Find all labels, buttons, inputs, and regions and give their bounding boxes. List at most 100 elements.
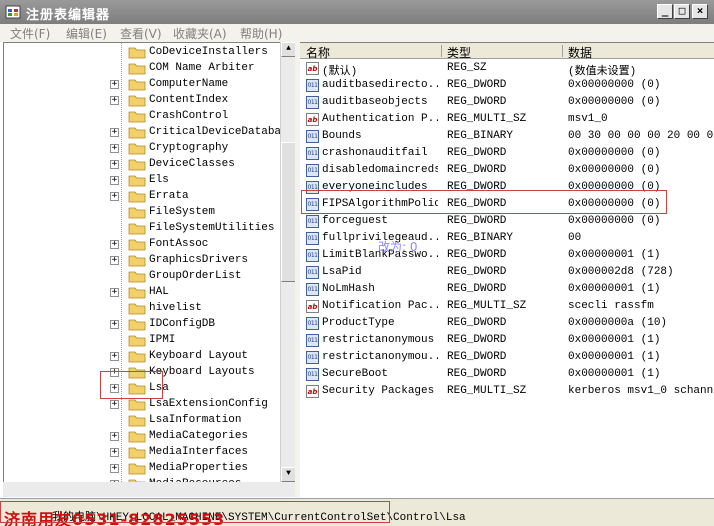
- menu-view[interactable]: 查看(V): [120, 25, 162, 42]
- menu-file[interactable]: 文件(F): [10, 25, 50, 42]
- scroll-up-button[interactable]: ▲: [281, 42, 296, 57]
- column-separator[interactable]: [441, 45, 442, 57]
- tree-item[interactable]: + LsaExtensionConfig: [4, 397, 280, 413]
- minimize-button[interactable]: _: [657, 4, 673, 19]
- tree-item[interactable]: FileSystemUtilities: [4, 221, 280, 237]
- value-name: forceguest: [322, 215, 389, 227]
- tree-item[interactable]: + MediaProperties: [4, 461, 280, 477]
- value-row[interactable]: ab Notification Pac... REG_MULTI_SZ scecli …: [300, 298, 714, 315]
- tree-item[interactable]: + FontAssoc: [4, 237, 280, 253]
- tree-item-label: FileSystemUtilities: [149, 222, 275, 234]
- tree-item[interactable]: COM Name Arbiter: [4, 61, 280, 77]
- tree-item[interactable]: CoDeviceInstallers: [4, 45, 280, 61]
- tree-item[interactable]: + IDConfigDB: [4, 317, 280, 333]
- expand-icon[interactable]: +: [110, 128, 119, 137]
- value-type: REG_DWORD: [447, 266, 507, 278]
- tree-item-label: ComputerName: [149, 78, 229, 90]
- value-name: SecureBoot: [322, 368, 389, 380]
- close-button[interactable]: ×: [692, 4, 708, 19]
- value-row[interactable]: ab Authentication P... REG_MULTI_SZ msv1_0: [300, 111, 714, 128]
- value-name: auditbaseobjects: [322, 96, 428, 108]
- expand-icon[interactable]: +: [110, 96, 119, 105]
- value-name: NoLmHash: [322, 283, 375, 295]
- value-data: 0x00000001 (1): [568, 351, 661, 363]
- value-row[interactable]: 011 forceguest REG_DWORD 0x00000000 (0): [300, 213, 714, 230]
- value-row[interactable]: ab (默认) REG_SZ (数值未设置): [300, 60, 714, 78]
- folder-icon: [128, 319, 146, 331]
- value-row[interactable]: 011 LimitBlankPasswo... REG_DWORD 0x0000000…: [300, 247, 714, 264]
- value-name: restrictanonymou...: [322, 351, 438, 363]
- tree-item[interactable]: + HAL: [4, 285, 280, 301]
- value-list[interactable]: 名称 类型 数据 ab (默认) REG_SZ (数值未设置) 011 auditbase…: [300, 42, 714, 497]
- column-name-header[interactable]: 名称: [306, 44, 330, 61]
- tree-item-label: CoDeviceInstallers: [149, 46, 268, 58]
- menu-favorites[interactable]: 收藏夹(A): [173, 25, 227, 42]
- tree-item[interactable]: CrashControl: [4, 109, 280, 125]
- registry-tree[interactable]: CoDeviceInstallers COM Name Arbiter + Compu…: [3, 42, 280, 482]
- value-row[interactable]: 011 auditbaseobjects REG_DWORD 0x00000000 (…: [300, 94, 714, 111]
- value-row[interactable]: 011 crashonauditfail REG_DWORD 0x00000000 (…: [300, 145, 714, 162]
- expand-icon[interactable]: +: [110, 192, 119, 201]
- value-row[interactable]: 011 LsaPid REG_DWORD 0x000002d8 (728): [300, 264, 714, 281]
- value-data: 0x00000000 (0): [568, 147, 661, 159]
- menu-help[interactable]: 帮助(H): [240, 25, 282, 42]
- tree-item[interactable]: IPMI: [4, 333, 280, 349]
- value-data: scecli rassfm: [568, 300, 654, 312]
- tree-item[interactable]: + GraphicsDrivers: [4, 253, 280, 269]
- column-type-header[interactable]: 类型: [447, 44, 471, 61]
- value-row[interactable]: 011 restrictanonymous REG_DWORD 0x00000001 …: [300, 332, 714, 349]
- tree-item[interactable]: LsaInformation: [4, 413, 280, 429]
- tree-item[interactable]: + MediaInterfaces: [4, 445, 280, 461]
- expand-icon[interactable]: +: [110, 432, 119, 441]
- value-name: restrictanonymous: [322, 334, 435, 346]
- expand-icon[interactable]: +: [110, 240, 119, 249]
- folder-icon: [128, 271, 146, 283]
- tree-item[interactable]: + ContentIndex: [4, 93, 280, 109]
- expand-icon[interactable]: +: [110, 80, 119, 89]
- tree-item[interactable]: GroupOrderList: [4, 269, 280, 285]
- expand-icon[interactable]: +: [110, 320, 119, 329]
- expand-icon[interactable]: +: [110, 160, 119, 169]
- value-row[interactable]: ab Security Packages REG_MULTI_SZ kerberos …: [300, 383, 714, 400]
- value-type: REG_MULTI_SZ: [447, 300, 527, 312]
- value-row[interactable]: 011 fullprivilegeaud... REG_BINARY 00: [300, 230, 714, 247]
- value-row[interactable]: 011 SecureBoot REG_DWORD 0x00000001 (1): [300, 366, 714, 383]
- expand-icon[interactable]: +: [110, 176, 119, 185]
- value-row[interactable]: 011 disabledomaincreds REG_DWORD 0x00000000…: [300, 162, 714, 179]
- tree-item[interactable]: FileSystem: [4, 205, 280, 221]
- expand-icon[interactable]: +: [110, 352, 119, 361]
- tree-horizontal-scrollbar[interactable]: [3, 482, 295, 497]
- tree-item-label: CriticalDeviceDatabase: [149, 126, 280, 138]
- menu-bar: 文件(F) 编辑(E) 查看(V) 收藏夹(A) 帮助(H): [0, 24, 714, 42]
- column-data-header[interactable]: 数据: [568, 44, 592, 61]
- tree-item[interactable]: + Errata: [4, 189, 280, 205]
- value-data: 0x000002d8 (728): [568, 266, 674, 278]
- tree-item[interactable]: + MediaCategories: [4, 429, 280, 445]
- tree-item-label: CrashControl: [149, 110, 229, 122]
- value-type: REG_DWORD: [447, 79, 507, 91]
- value-row[interactable]: 011 restrictanonymou... REG_DWORD 0x0000000…: [300, 349, 714, 366]
- tree-item[interactable]: + Els: [4, 173, 280, 189]
- column-separator[interactable]: [562, 45, 563, 57]
- value-row[interactable]: 011 NoLmHash REG_DWORD 0x00000001 (1): [300, 281, 714, 298]
- menu-edit[interactable]: 编辑(E): [66, 25, 107, 42]
- expand-icon[interactable]: +: [110, 256, 119, 265]
- expand-icon[interactable]: +: [110, 448, 119, 457]
- scroll-thumb[interactable]: [281, 142, 296, 282]
- value-row[interactable]: 011 ProductType REG_DWORD 0x0000000a (10): [300, 315, 714, 332]
- expand-icon[interactable]: +: [110, 464, 119, 473]
- maximize-button[interactable]: □: [674, 4, 690, 19]
- expand-icon[interactable]: +: [110, 288, 119, 297]
- value-row[interactable]: 011 auditbasedirecto... REG_DWORD 0x0000000…: [300, 77, 714, 94]
- tree-item[interactable]: + CriticalDeviceDatabase: [4, 125, 280, 141]
- tree-item[interactable]: + Cryptography: [4, 141, 280, 157]
- expand-icon[interactable]: +: [110, 400, 119, 409]
- expand-icon[interactable]: +: [110, 144, 119, 153]
- tree-item[interactable]: + DeviceClasses: [4, 157, 280, 173]
- tree-item[interactable]: hivelist: [4, 301, 280, 317]
- tree-vertical-scrollbar[interactable]: ▲ ▼: [280, 42, 296, 482]
- value-row[interactable]: 011 Bounds REG_BINARY 00 30 00 00 00 20 00 …: [300, 128, 714, 145]
- tree-item[interactable]: + ComputerName: [4, 77, 280, 93]
- scroll-down-button[interactable]: ▼: [281, 467, 296, 482]
- tree-item[interactable]: + Keyboard Layout: [4, 349, 280, 365]
